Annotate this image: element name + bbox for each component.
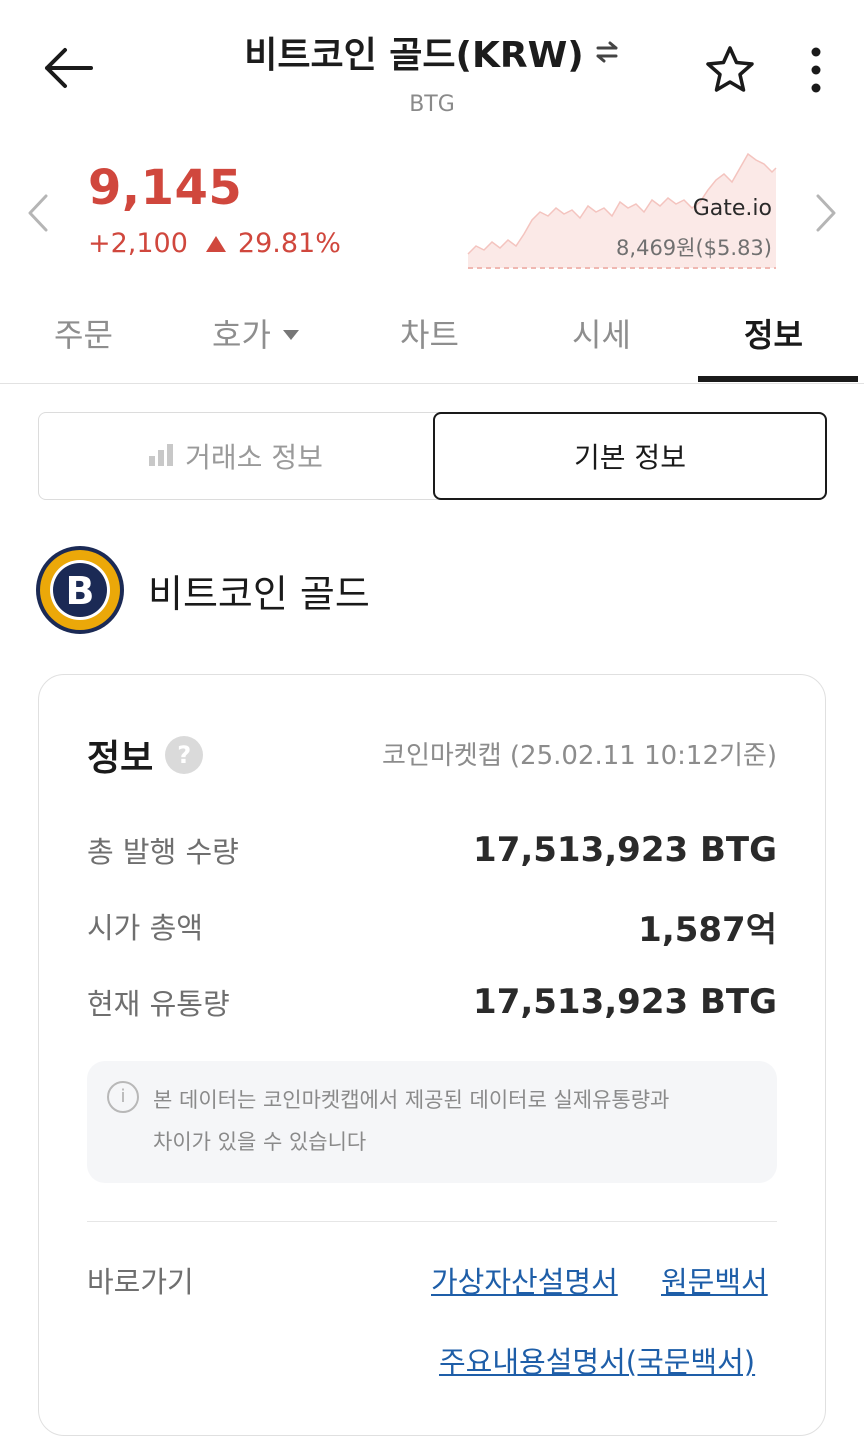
coin-name: 비트코인 골드	[148, 571, 370, 616]
tab-order[interactable]: 주문	[54, 310, 113, 356]
row-label: 시가 총액	[87, 911, 203, 945]
back-arrow-icon	[45, 48, 93, 88]
change-percent: 29.81%	[237, 228, 341, 259]
price-summary: 9,145 +2,100 29.81% Gate.io 8,469원($5.83…	[0, 140, 864, 290]
row-label: 현재 유통량	[87, 987, 230, 1021]
tab-info[interactable]: 정보	[744, 310, 803, 356]
exchange-name: Gate.io	[692, 196, 772, 221]
info-type-toggle: 거래소 정보 기본 정보	[38, 412, 827, 500]
change-amount: +2,100	[88, 228, 188, 259]
info-row-circulating-supply: 현재 유통량 17,513,923 BTG	[87, 977, 777, 1027]
notice-line-1: 본 데이터는 코인마켓캡에서 제공된 데이터로 실제유통량과	[153, 1088, 670, 1112]
swap-arrows-icon[interactable]	[594, 39, 620, 65]
main-tabs: 주문 호가 차트 시세 정보	[0, 300, 864, 384]
market-title-text: 비트코인 골드(KRW)	[244, 35, 584, 76]
notice-line-2: 차이가 있을 수 있습니다	[153, 1130, 367, 1154]
star-outline-icon	[706, 46, 754, 92]
more-vertical-icon	[811, 47, 821, 93]
summary-doc-link[interactable]: 주요내용설명서(국문백서)	[439, 1339, 755, 1381]
up-triangle-icon	[205, 235, 226, 252]
info-circle-icon: i	[107, 1081, 139, 1113]
current-price: 9,145	[88, 160, 243, 216]
divider	[87, 1221, 777, 1222]
info-row-market-cap: 시가 총액 1,587억	[87, 901, 777, 951]
chevron-right-icon	[816, 194, 836, 232]
next-market-button[interactable]	[808, 188, 844, 238]
header: 비트코인 골드(KRW) BTG	[0, 0, 864, 130]
title-area: 비트코인 골드(KRW) BTG	[180, 26, 684, 117]
back-button[interactable]	[36, 36, 100, 100]
market-title[interactable]: 비트코인 골드(KRW)	[244, 26, 620, 78]
info-title-text: 정보	[87, 738, 154, 779]
change-percent-wrap: 29.81%	[205, 228, 341, 259]
price-change: +2,100 29.81%	[88, 228, 341, 259]
active-tab-indicator	[698, 376, 858, 382]
exchange-price: 8,469원($5.83)	[616, 236, 772, 260]
row-value: 1,587억	[638, 909, 777, 950]
question-circle-icon[interactable]: ?	[165, 736, 204, 774]
row-value: 17,513,923 BTG	[473, 830, 777, 870]
virtual-asset-doc-link[interactable]: 가상자산설명서	[431, 1259, 618, 1301]
data-source: 코인마켓캡 (25.02.11 10:12기준)	[382, 741, 777, 771]
info-card: 정보 ? 코인마켓캡 (25.02.11 10:12기준) 총 발행 수량 17…	[38, 674, 826, 1436]
whitepaper-link[interactable]: 원문백서	[661, 1259, 768, 1301]
caret-down-icon	[282, 330, 299, 340]
tab-quotes[interactable]: 시세	[572, 310, 631, 356]
more-menu-button[interactable]	[796, 40, 836, 100]
exchange-info-button[interactable]: 거래소 정보	[39, 413, 433, 499]
coin-logo-letter: B	[66, 569, 95, 613]
coin-header: B 비트코인 골드	[34, 544, 370, 636]
bitcoin-gold-logo: B	[36, 546, 124, 634]
tab-chart[interactable]: 차트	[400, 310, 459, 356]
prev-market-button[interactable]	[20, 188, 56, 238]
row-label: 총 발행 수량	[87, 835, 239, 869]
shortcut-label: 바로가기	[87, 1265, 194, 1299]
tab-orderbook-label: 호가	[212, 316, 271, 354]
favorite-button[interactable]	[700, 42, 760, 98]
basic-info-button[interactable]: 기본 정보	[433, 412, 827, 500]
basic-info-label: 기본 정보	[574, 441, 686, 474]
bar-chart-icon	[149, 444, 174, 466]
chevron-left-icon	[28, 194, 48, 232]
tab-orderbook[interactable]: 호가	[212, 310, 299, 356]
info-card-title: 정보 ?	[87, 729, 204, 781]
market-symbol: BTG	[409, 92, 455, 117]
info-row-total-supply: 총 발행 수량 17,513,923 BTG	[87, 825, 777, 875]
exchange-info-label: 거래소 정보	[185, 441, 323, 474]
data-notice: i 본 데이터는 코인마켓캡에서 제공된 데이터로 실제유통량과 차이가 있을 …	[87, 1061, 777, 1183]
row-value: 17,513,923 BTG	[473, 982, 777, 1022]
